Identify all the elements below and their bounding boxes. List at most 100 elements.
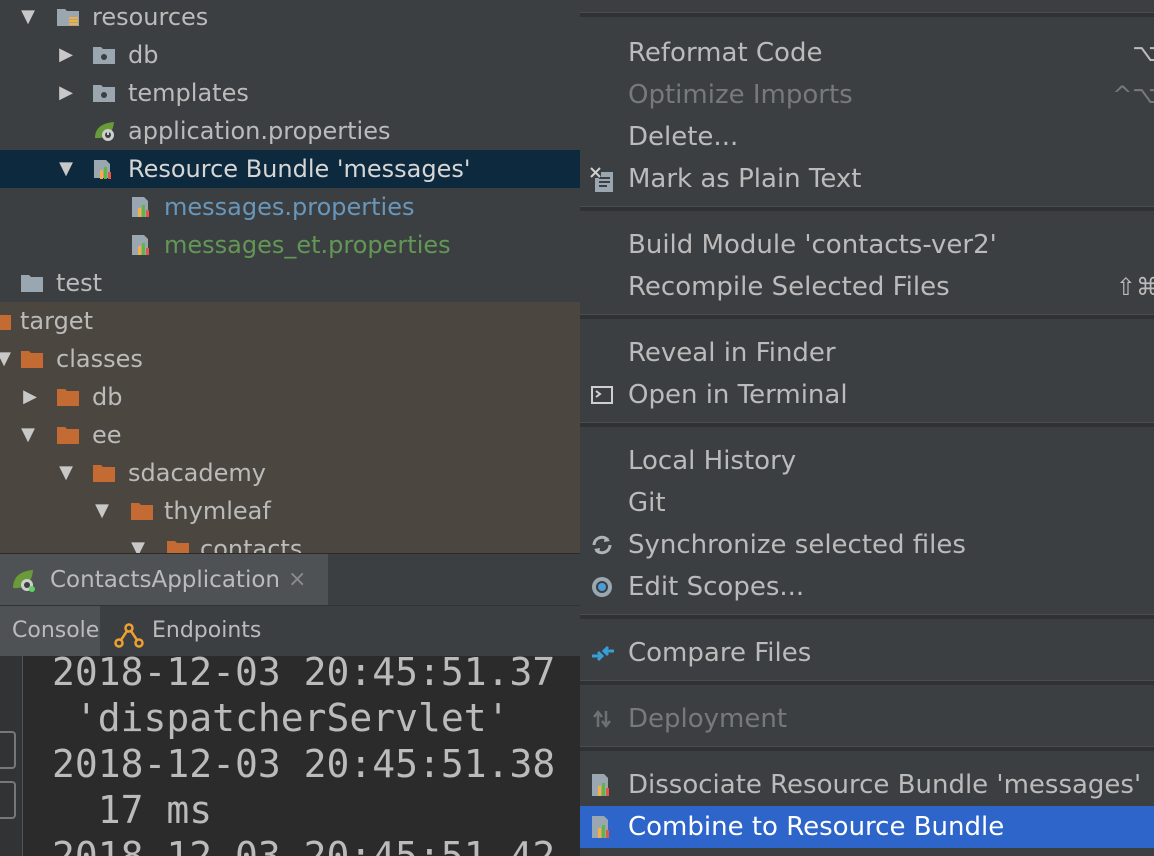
compare-icon [590, 641, 614, 665]
chevron-down-icon[interactable]: ▼ [128, 530, 148, 553]
menu-item-label: Local History [628, 446, 797, 476]
chevron-down-icon[interactable]: ▼ [0, 340, 14, 378]
menu-item-deployment[interactable]: Deployment [580, 698, 1154, 740]
chevron-down-icon[interactable]: ▼ [18, 416, 38, 454]
tree-item-templates[interactable]: ▶ templates [0, 74, 580, 112]
run-tab-label: ContactsApplication [50, 567, 280, 593]
menu-item-local-history[interactable]: Local History [580, 440, 1154, 482]
console-output[interactable]: 2018-12-03 20:45:51.37 'dispatcherServle… [52, 653, 580, 856]
menu-separator [580, 680, 1154, 685]
tab-console[interactable]: Console [0, 606, 100, 656]
menu-item-recompile-selected-files[interactable]: Recompile Selected Files ⇧⌘ [580, 266, 1154, 308]
menu-item-label: Delete... [628, 122, 739, 152]
menu-item-synchronize[interactable]: Synchronize selected files [580, 524, 1154, 566]
tree-item-target[interactable]: target [0, 302, 580, 340]
menu-item-label: Compare Files [628, 638, 812, 668]
scope-icon [590, 575, 614, 599]
menu-item-combine-to-resource-bundle[interactable]: Combine to Resource Bundle [580, 806, 1154, 848]
menu-item-label: Edit Scopes... [628, 572, 805, 602]
tree-item-classes[interactable]: ▼ classes [0, 340, 580, 378]
menu-item-dissociate-resource-bundle[interactable]: Dissociate Resource Bundle 'messages' [580, 764, 1154, 806]
menu-item-reveal-in-finder[interactable]: Reveal in Finder [580, 332, 1154, 374]
tree-item-label: contacts [200, 535, 303, 553]
menu-item-shortcut: ^⌥ [1112, 81, 1154, 109]
close-icon[interactable]: × [288, 561, 306, 599]
menu-item-edit-scopes[interactable]: Edit Scopes... [580, 566, 1154, 608]
menu-separator [580, 746, 1154, 751]
menu-item-label: Open in Terminal [628, 380, 848, 410]
menu-separator [580, 614, 1154, 619]
tree-item-thymleaf[interactable]: ▼ thymleaf [0, 492, 580, 530]
chevron-right-icon[interactable]: ▶ [56, 36, 76, 74]
tree-item-application-properties[interactable]: application.properties [0, 112, 580, 150]
package-folder-icon [92, 82, 116, 104]
console-line: 2018-12-03 20:45:51.38 [52, 742, 556, 786]
console-line: 2018-12-03 20:45:51.37 [52, 653, 556, 694]
chevron-down-icon[interactable]: ▼ [56, 150, 76, 188]
chevron-down-icon[interactable]: ▼ [92, 492, 112, 530]
tree-item-label: Resource Bundle 'messages' [128, 155, 471, 183]
chevron-right-icon[interactable]: ▶ [20, 378, 40, 416]
menu-item-reformat-code[interactable]: Reformat Code ⌥ [580, 32, 1154, 74]
tree-item-label: sdacademy [128, 459, 266, 487]
menu-separator [580, 422, 1154, 427]
tree-item-resource-bundle[interactable]: ▼ Resource Bundle 'messages' [0, 150, 580, 188]
menu-item-label: Optimize Imports [628, 80, 853, 110]
menu-item-build-module[interactable]: Build Module 'contacts-ver2' [580, 224, 1154, 266]
sync-icon [590, 533, 614, 557]
gutter-tool-icon[interactable] [0, 781, 16, 819]
folder-icon [20, 272, 44, 294]
tree-item-label: ee [92, 421, 122, 449]
run-tab-contacts-application[interactable]: ContactsApplication × [0, 554, 328, 606]
spring-boot-config-icon [92, 120, 116, 142]
tree-item-test[interactable]: test [0, 264, 580, 302]
tab-console-label: Console [12, 618, 100, 643]
run-tool-window: ContactsApplication × Console Endpoints … [0, 553, 580, 856]
run-subtab-bar: Console Endpoints [0, 605, 580, 656]
excluded-folder-icon [56, 424, 80, 446]
chevron-down-icon[interactable]: ▼ [56, 454, 76, 492]
tab-endpoints[interactable]: Endpoints [104, 606, 264, 656]
chevron-right-icon[interactable]: ▶ [56, 74, 76, 112]
tree-item-label: messages.properties [164, 193, 415, 221]
tree-item-db[interactable]: ▶ db [0, 36, 580, 74]
deployment-icon [590, 707, 614, 731]
menu-item-compare-files[interactable]: Compare Files [580, 632, 1154, 674]
spring-boot-run-icon [10, 568, 35, 592]
menu-item-label: Reformat Code [628, 38, 823, 68]
terminal-icon [590, 383, 614, 407]
tree-item-contacts[interactable]: ▼ contacts [0, 530, 580, 553]
tree-item-label: test [56, 269, 103, 297]
tree-item-ee[interactable]: ▼ ee [0, 416, 580, 454]
menu-item-label: Git [628, 488, 666, 518]
project-tree: ▼ resources ▶ db ▶ templates application… [0, 0, 580, 553]
tree-item-classes-db[interactable]: ▶ db [0, 378, 580, 416]
tree-item-resources[interactable]: ▼ resources [0, 0, 580, 36]
menu-item-git[interactable]: Git [580, 482, 1154, 524]
tree-item-sdacademy[interactable]: ▼ sdacademy [0, 454, 580, 492]
menu-separator [580, 12, 1154, 17]
gutter-tool-icon[interactable] [0, 731, 16, 769]
menu-item-label: Deployment [628, 704, 788, 734]
menu-item-open-in-terminal[interactable]: Open in Terminal [580, 374, 1154, 416]
console-line: 'dispatcherServlet' [52, 696, 510, 740]
menu-item-delete[interactable]: Delete... [580, 116, 1154, 158]
menu-item-label: Combine to Resource Bundle [628, 812, 1005, 842]
resource-bundle-icon [590, 773, 614, 797]
menu-item-optimize-imports[interactable]: Optimize Imports ^⌥ [580, 74, 1154, 116]
tab-endpoints-label: Endpoints [152, 618, 262, 643]
console-line: 2018-12-03 20:45:51.42 [52, 834, 556, 856]
tree-item-messages-properties[interactable]: messages.properties [0, 188, 580, 226]
excluded-folder-icon [166, 538, 190, 553]
chevron-down-icon[interactable]: ▼ [18, 0, 38, 36]
tree-item-label: messages_et.properties [164, 231, 451, 259]
tree-item-messages-et-properties[interactable]: messages_et.properties [0, 226, 580, 264]
excluded-folder-icon [0, 310, 12, 332]
properties-file-icon [130, 234, 154, 256]
tree-item-label: resources [92, 3, 209, 31]
menu-separator [580, 314, 1154, 319]
resources-folder-icon [56, 6, 80, 28]
excluded-folder-icon [130, 500, 154, 522]
menu-item-mark-as-plain-text[interactable]: Mark as Plain Text [580, 158, 1154, 200]
tree-item-label: db [92, 383, 123, 411]
